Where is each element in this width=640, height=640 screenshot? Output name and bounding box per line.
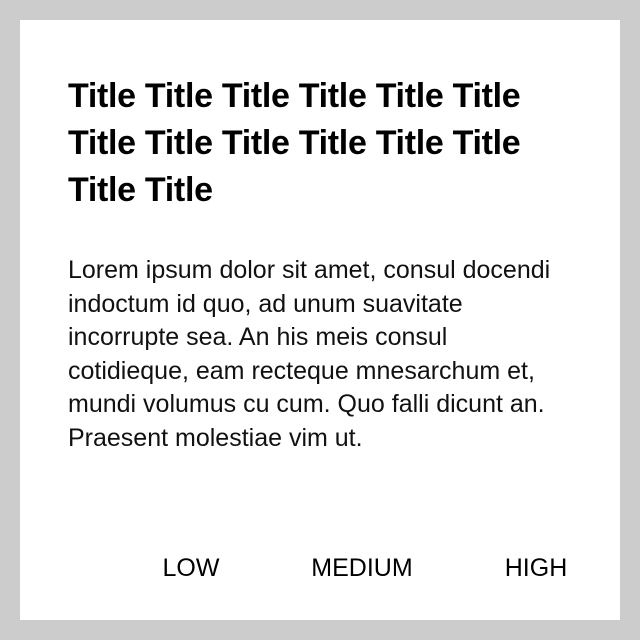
- low-button[interactable]: LOW: [150, 550, 232, 586]
- high-button[interactable]: HIGH: [498, 550, 574, 586]
- medium-button[interactable]: MEDIUM: [300, 550, 424, 586]
- dialog-body-text: Lorem ipsum dolor sit amet, consul docen…: [68, 256, 551, 452]
- dialog: Title Title Title Title Title Title Titl…: [20, 20, 620, 620]
- dialog-title: Title Title Title Title Title Title Titl…: [68, 77, 521, 209]
- dialog-actions: LOW MEDIUM HIGH: [20, 550, 620, 586]
